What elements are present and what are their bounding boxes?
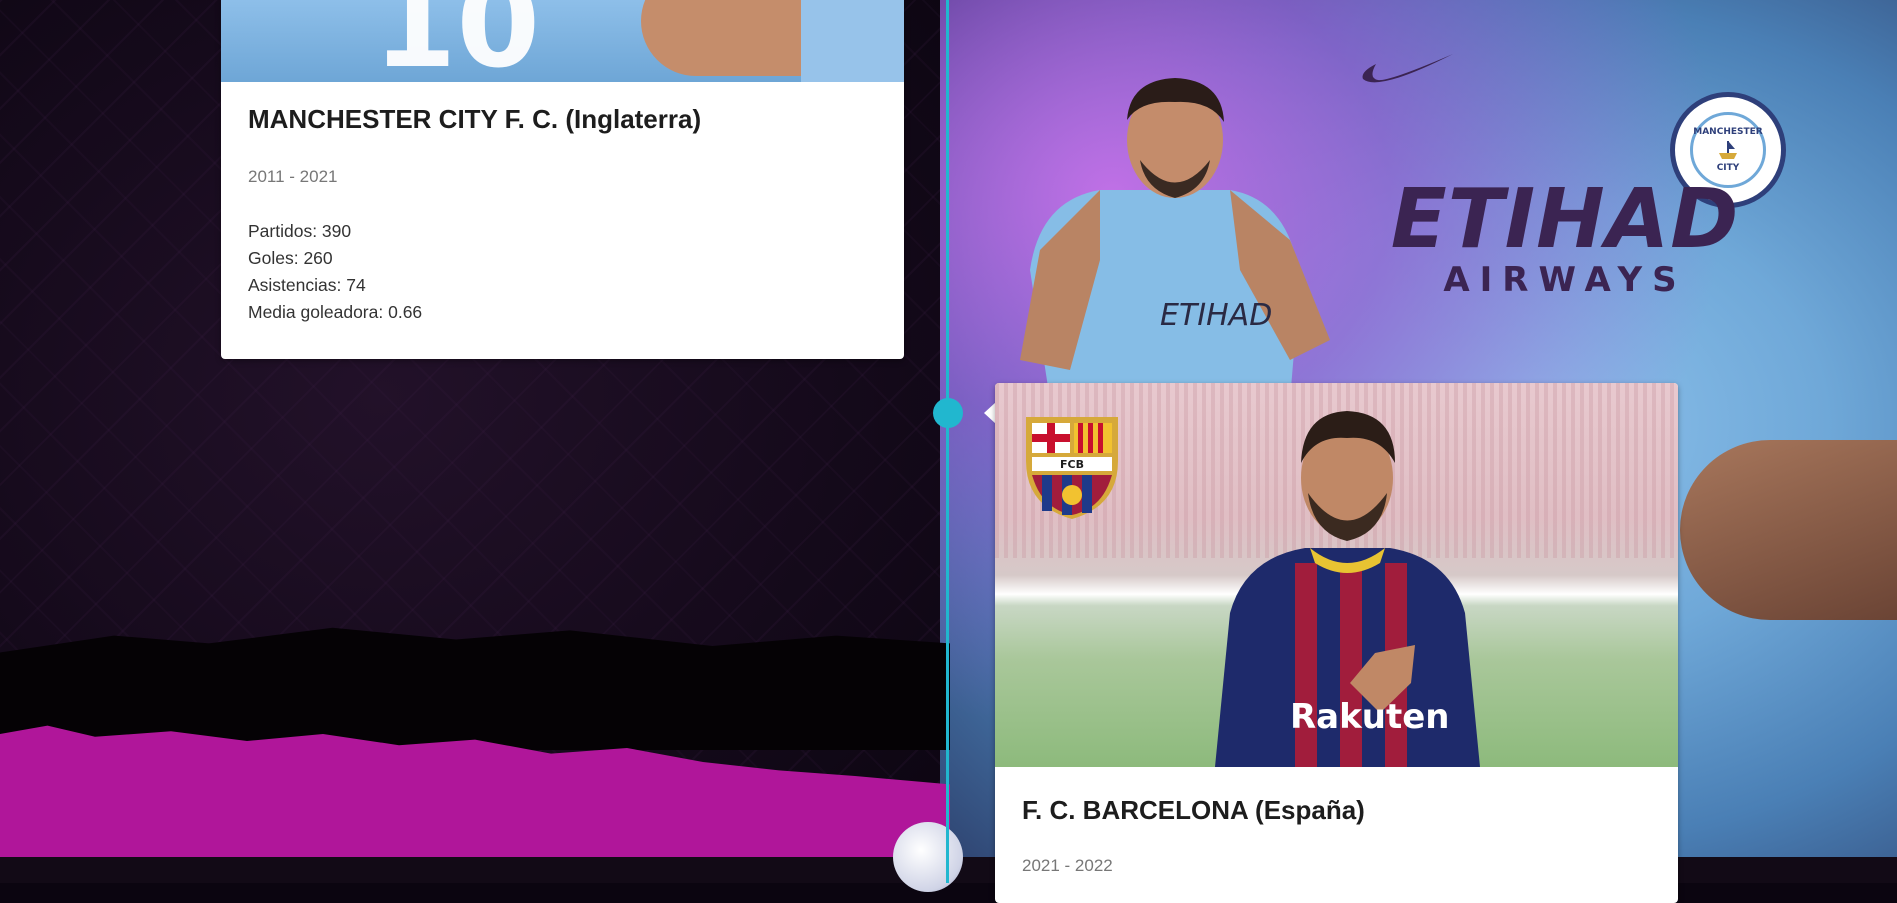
stat-goal-average: Media goleadora: 0.66 — [248, 302, 423, 322]
nike-logo-icon — [1362, 54, 1453, 83]
sponsor-text: ETIHAD AIRWAYS — [1355, 172, 1775, 300]
card-title: MANCHESTER CITY F. C. (Inglaterra) — [248, 104, 702, 134]
stat-assists: Asistencias: 74 — [248, 275, 366, 295]
card-years: 2021 - 2022 — [1022, 856, 1113, 875]
crest-text: FCB — [1060, 458, 1084, 471]
card-title: F. C. BARCELONA (España) — [1022, 795, 1365, 825]
background-dark-band — [0, 627, 950, 750]
card-stats: Partidos: 390 Goles: 260 Asistencias: 74… — [248, 218, 422, 326]
barcelona-card-image: Rakuten FCB — [995, 383, 1678, 767]
image-teammate-shirt — [801, 0, 904, 82]
background-player-arm — [1680, 440, 1897, 620]
timeline-dot — [933, 398, 963, 428]
image-shirt-number: 10 — [373, 0, 540, 82]
card-years: 2011 - 2021 — [248, 167, 338, 186]
svg-text:Rakuten: Rakuten — [1290, 697, 1449, 737]
timeline-line — [946, 0, 949, 883]
sponsor-main: ETIHAD — [1390, 172, 1740, 267]
barcelona-card-body: F. C. BARCELONA (España) — [1022, 795, 1365, 826]
fcb-crest-icon: FCB — [1026, 417, 1118, 519]
sponsor-sub: AIRWAYS — [1443, 260, 1687, 300]
man-city-card-body: MANCHESTER CITY F. C. (Inglaterra) — [248, 104, 701, 135]
man-city-card-image: 10 — [221, 0, 904, 82]
stat-goals: Goles: 260 — [248, 248, 333, 268]
football-icon — [893, 822, 963, 892]
crest-top-text: MANCHESTER — [1693, 127, 1763, 137]
stat-matches: Partidos: 390 — [248, 221, 352, 241]
ship-icon — [1719, 141, 1737, 159]
timeline-card-barcelona: Rakuten FCB F. C. BARCELONA (España) 202… — [995, 383, 1678, 903]
svg-text:ETIHAD: ETIHAD — [1160, 298, 1272, 333]
timeline-card-man-city: 10 MANCHESTER CITY F. C. (Inglaterra) 20… — [221, 0, 904, 359]
background-player-figure: ETIHAD — [1020, 78, 1330, 400]
image-barcelona-player: Rakuten — [1215, 411, 1480, 767]
